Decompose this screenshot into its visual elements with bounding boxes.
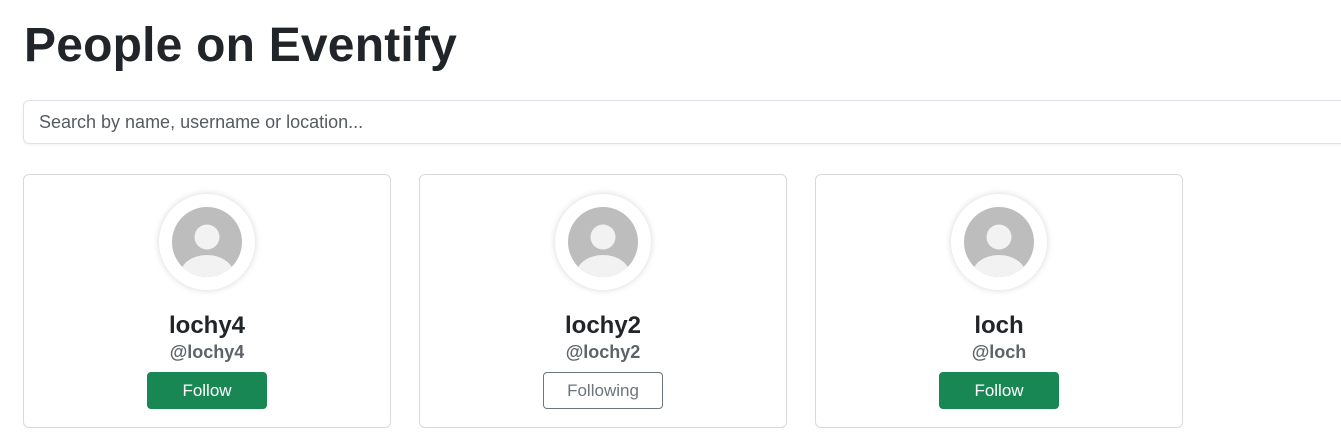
page-title: People on Eventify [24, 19, 458, 72]
default-user-avatar-icon [964, 207, 1034, 277]
default-user-avatar-icon [172, 207, 242, 277]
person-name: loch [974, 312, 1024, 339]
person-username: @loch [971, 342, 1027, 362]
person-username: @lochy4 [169, 342, 245, 362]
follow-button[interactable]: Follow [939, 372, 1059, 409]
people-page: People on Eventify lochy4 @lochy4 Follow [0, 0, 1341, 448]
avatar [555, 194, 651, 290]
person-username: @lochy2 [565, 342, 641, 362]
person-card: loch @loch Follow [815, 174, 1183, 428]
people-grid: lochy4 @lochy4 Follow lochy2 @lochy2 Fol… [23, 174, 1183, 428]
person-name: lochy2 [564, 312, 642, 339]
person-card: lochy4 @lochy4 Follow [23, 174, 391, 428]
search-input[interactable] [24, 101, 1341, 143]
following-button[interactable]: Following [543, 372, 663, 409]
default-user-avatar-icon [568, 207, 638, 277]
avatar [951, 194, 1047, 290]
person-name: lochy4 [168, 312, 246, 339]
follow-button[interactable]: Follow [147, 372, 267, 409]
avatar [159, 194, 255, 290]
person-card: lochy2 @lochy2 Following [419, 174, 787, 428]
search-box [23, 100, 1341, 144]
